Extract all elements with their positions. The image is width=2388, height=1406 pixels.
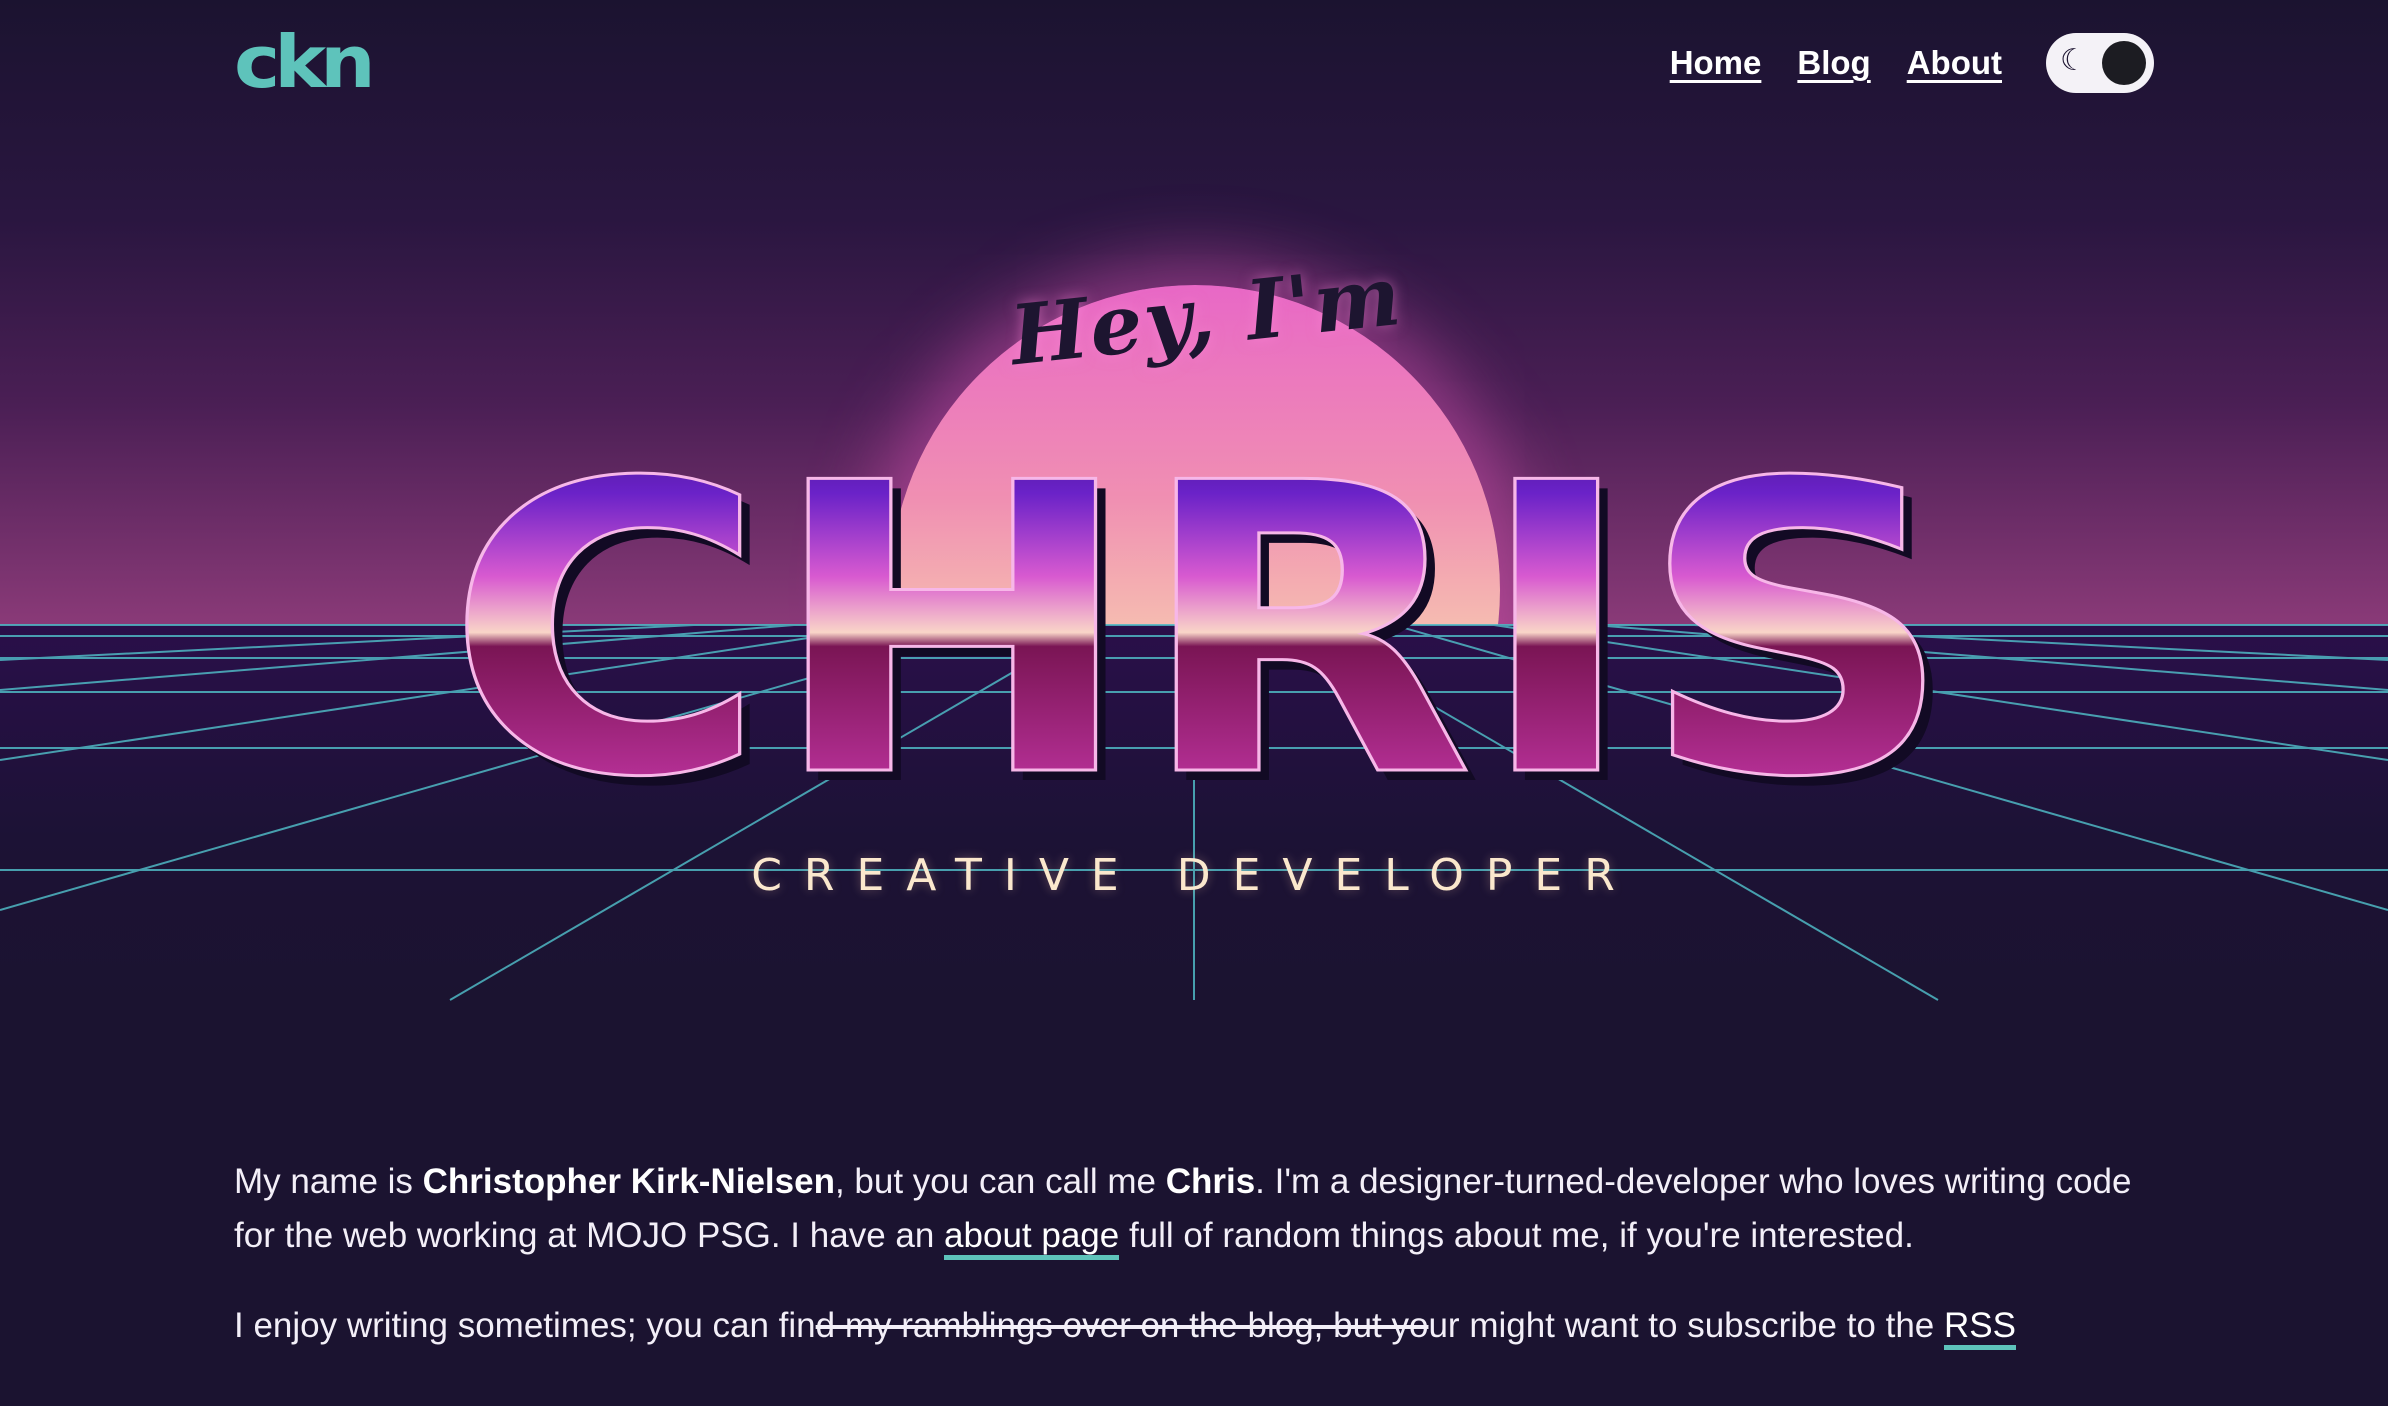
intro-paragraph-2: I enjoy writing sometimes; you can find …: [234, 1299, 2154, 1353]
intro-text: , but you can call me: [834, 1162, 1166, 1201]
intro-text: I enjoy writing sometimes; you can fin: [234, 1306, 816, 1345]
main-nav: Home Blog About ☾: [1670, 33, 2154, 93]
nav-link-blog[interactable]: Blog: [1797, 44, 1870, 82]
page: Hey, I'm CHRIS CHRIS CREATIVE DEVELOPER …: [0, 0, 2388, 1406]
hero-subtitle: CREATIVE DEVELOPER: [751, 850, 1637, 901]
about-page-link[interactable]: about page: [944, 1216, 1120, 1260]
full-name: Christopher Kirk-Nielsen: [422, 1162, 835, 1201]
intro-text: My name is: [234, 1162, 423, 1201]
intro-text: ur might want to subscribe to the: [1428, 1306, 1945, 1345]
hero-name-title: CHRIS CHRIS: [444, 440, 1966, 800]
site-header: ckn Home Blog About ☾: [234, 27, 2154, 99]
nickname: Chris: [1165, 1162, 1256, 1201]
intro-text: full of random things about me, if you'r…: [1119, 1216, 1914, 1255]
intro-paragraph-1: My name is Christopher Kirk-Nielsen, but…: [234, 1155, 2154, 1263]
intro-content: My name is Christopher Kirk-Nielsen, but…: [234, 1155, 2154, 1389]
rss-link[interactable]: RSS: [1944, 1306, 2016, 1350]
hero-banner: Hey, I'm CHRIS CHRIS CREATIVE DEVELOPER: [0, 0, 2388, 1010]
hero-name-text: CHRIS: [445, 440, 1955, 800]
moon-icon: ☾: [2060, 44, 2087, 77]
nav-link-home[interactable]: Home: [1670, 44, 1762, 82]
theme-toggle[interactable]: ☾: [2046, 33, 2154, 93]
toggle-knob: [2102, 41, 2146, 85]
struck-text: d my ramblings over on the blog, but yo: [815, 1306, 1429, 1345]
nav-link-about[interactable]: About: [1907, 44, 2002, 82]
site-logo[interactable]: ckn: [234, 27, 376, 99]
